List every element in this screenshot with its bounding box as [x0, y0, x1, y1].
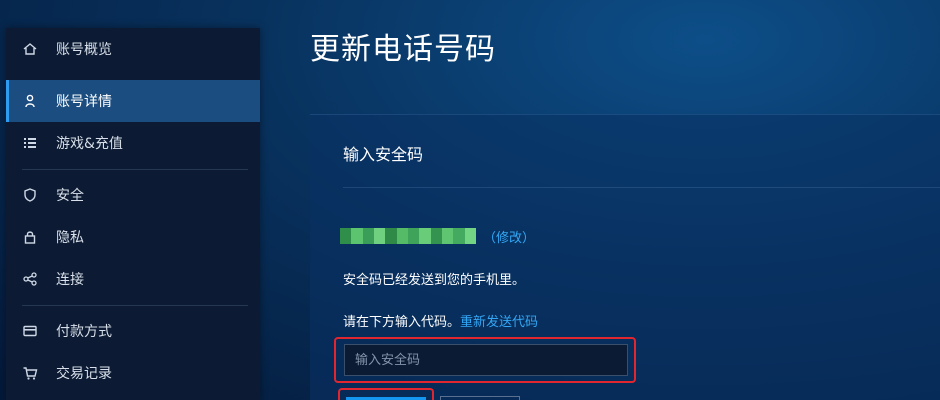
- sidebar-divider: [22, 305, 248, 306]
- sidebar-item-label: 账号概览: [56, 42, 112, 58]
- sidebar-item-label: 连接: [56, 272, 84, 288]
- user-icon: [22, 93, 38, 109]
- lock-icon: [22, 229, 38, 245]
- cart-icon: [22, 365, 38, 381]
- shield-icon: [22, 187, 38, 203]
- sidebar-item-privacy[interactable]: 隐私: [6, 216, 260, 258]
- share-icon: [22, 271, 38, 287]
- enter-code-prompt-text: 请在下方输入代码。: [343, 315, 461, 330]
- sidebar-item-security[interactable]: 安全: [6, 174, 260, 216]
- section-title: 输入安全码: [343, 145, 424, 164]
- sidebar-item-label: 付款方式: [56, 324, 112, 340]
- sidebar-item-transaction-history[interactable]: 交易记录: [6, 352, 260, 394]
- sidebar-item-label: 账号详情: [56, 94, 112, 110]
- sidebar-item-account-details[interactable]: 账号详情: [6, 80, 260, 122]
- list-icon: [22, 135, 38, 151]
- cancel-button[interactable]: [440, 396, 520, 400]
- modify-link[interactable]: （修改）: [483, 227, 535, 246]
- resend-code-link[interactable]: 重新发送代码: [460, 315, 538, 330]
- panel-divider: [343, 187, 940, 188]
- sidebar-item-payment-methods[interactable]: 付款方式: [6, 310, 260, 352]
- sidebar-item-account-overview[interactable]: 账号概览: [6, 28, 260, 70]
- sidebar-item-label: 安全: [56, 188, 84, 204]
- sidebar-item-label: 隐私: [56, 230, 84, 246]
- code-input-highlight: [334, 337, 636, 383]
- sidebar-item-label: 交易记录: [56, 366, 112, 382]
- page-title: 更新电话号码: [310, 32, 496, 67]
- code-sent-message: 安全码已经发送到您的手机里。: [343, 273, 526, 288]
- sidebar-divider: [22, 169, 248, 170]
- sidebar-item-connections[interactable]: 连接: [6, 258, 260, 300]
- security-code-input[interactable]: [344, 344, 628, 376]
- sidebar-item-label: 游戏&充值: [56, 136, 123, 152]
- sidebar: 账号概览 账号详情 游戏&充值 安全 隐私 连接 付款方式 交易记录: [6, 28, 260, 400]
- home-icon: [22, 41, 38, 57]
- masked-phone-number: [340, 228, 476, 244]
- enter-code-prompt: 请在下方输入代码。重新发送代码: [343, 311, 538, 330]
- sidebar-item-games-recharge[interactable]: 游戏&充值: [6, 122, 260, 164]
- submit-button-highlight: [338, 388, 434, 400]
- credit-card-icon: [22, 323, 38, 339]
- verification-panel: 输入安全码 （修改） 安全码已经发送到您的手机里。 请在下方输入代码。重新发送代…: [310, 114, 940, 400]
